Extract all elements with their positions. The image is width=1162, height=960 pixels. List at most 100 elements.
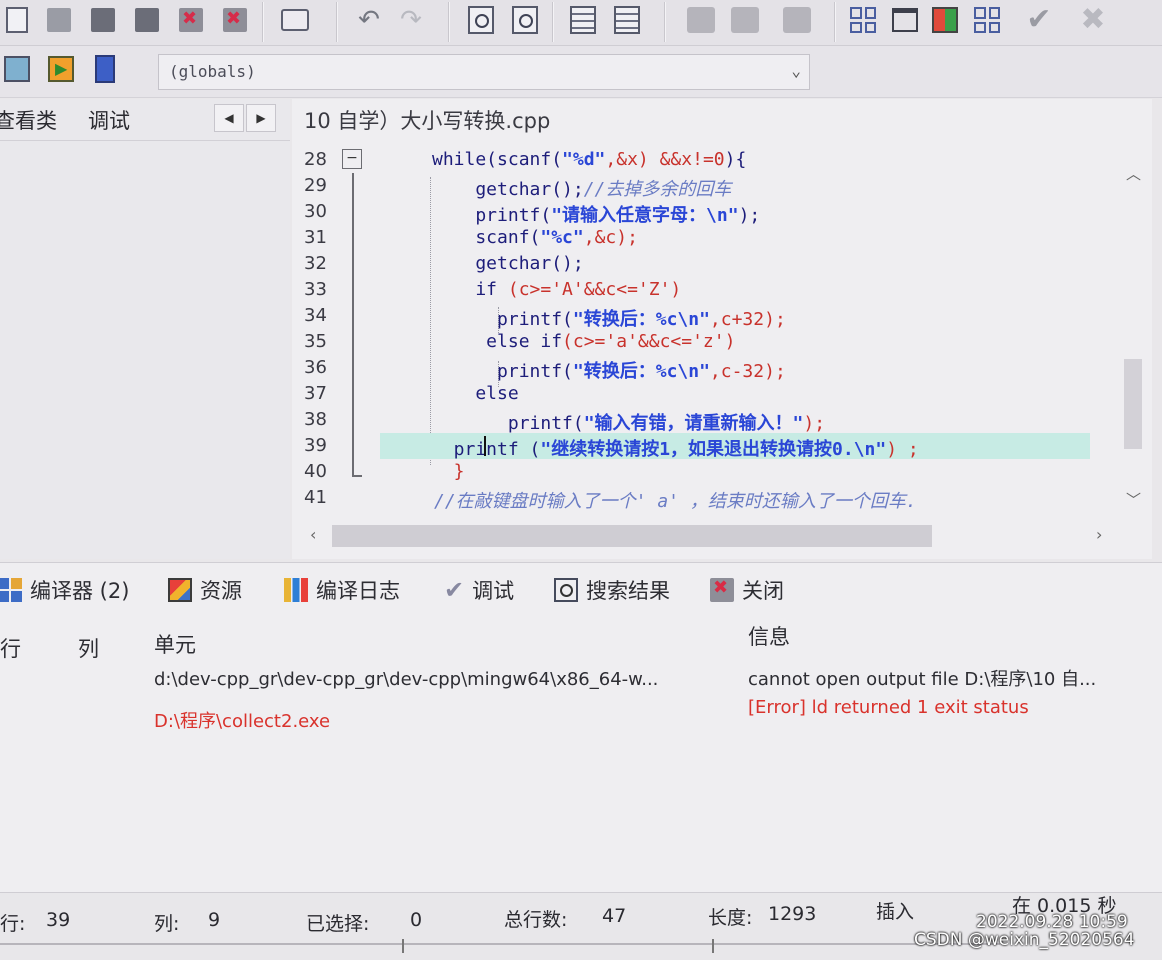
code-token: "继续转换请按1，如果退出转换请按0.\n" bbox=[540, 439, 887, 460]
class-view-button[interactable] bbox=[846, 3, 880, 37]
find-button[interactable] bbox=[464, 3, 498, 37]
scope-select-value: (globals) bbox=[169, 62, 256, 81]
tab-compile-log[interactable]: 编译日志 bbox=[284, 575, 400, 605]
check-icon: ✔ bbox=[1026, 2, 1052, 37]
horizontal-scroll-thumb[interactable] bbox=[332, 525, 932, 547]
open-file-button[interactable] bbox=[42, 3, 76, 37]
indent-button[interactable] bbox=[566, 3, 600, 37]
tab-debug-output[interactable]: ✔ 调试 bbox=[444, 575, 514, 605]
column-header-unit[interactable]: 单元 bbox=[154, 629, 196, 659]
scope-select[interactable]: (globals) ⌄ bbox=[158, 54, 810, 90]
tab-compiler-label: 编译器 (2) bbox=[30, 579, 130, 603]
save-all-button[interactable] bbox=[130, 3, 164, 37]
code-line[interactable]: 40 } bbox=[292, 459, 1122, 485]
code-editor: 10 自学）大小写转换.cpp − 28 while(scanf("%d",&x)… bbox=[292, 99, 1152, 559]
run-icon bbox=[731, 7, 759, 33]
column-header-info[interactable]: 信息 bbox=[748, 621, 790, 651]
code-line[interactable]: 31 scanf("%c",&c); bbox=[292, 225, 1122, 251]
tab-close[interactable]: 关闭 bbox=[710, 575, 784, 605]
save-button[interactable] bbox=[86, 3, 120, 37]
editor-tab-file[interactable]: 10 自学）大小写转换.cpp bbox=[304, 105, 550, 135]
column-header-row[interactable]: 行 bbox=[0, 633, 21, 663]
add-to-project-button[interactable] bbox=[44, 52, 78, 86]
tab-search-results[interactable]: 搜索结果 bbox=[554, 575, 670, 605]
code-line[interactable]: 32 getchar(); bbox=[292, 251, 1122, 277]
message-info[interactable]: [Error] ld returned 1 exit status bbox=[748, 697, 1029, 718]
code-text: else bbox=[432, 383, 519, 404]
theme-icon bbox=[932, 7, 958, 33]
tab-resources[interactable]: 资源 bbox=[168, 575, 242, 605]
code-line[interactable]: 36 printf("转换后：%c\n",c-32); bbox=[292, 355, 1122, 382]
code-token: ); bbox=[738, 205, 761, 226]
message-unit[interactable]: D:\程序\collect2.exe bbox=[154, 707, 330, 733]
code-line[interactable]: 33 if (c>='A'&&c<='Z') bbox=[292, 277, 1122, 303]
code-text: scanf("%c",&c); bbox=[432, 227, 638, 248]
tab-prev-button[interactable]: ◀ bbox=[214, 104, 244, 132]
code-token: "转换后：%c\n" bbox=[572, 361, 710, 382]
debug-button[interactable] bbox=[780, 3, 814, 37]
message-unit[interactable]: d:\dev-cpp_gr\dev-cpp_gr\dev-cpp\mingw64… bbox=[154, 669, 658, 690]
line-number: 40 bbox=[304, 461, 327, 482]
code-area[interactable]: − 28 while(scanf("%d",&x) &&x!=0){29 getc… bbox=[292, 143, 1122, 531]
status-tick bbox=[402, 939, 404, 953]
code-token: &&x!=0 bbox=[659, 149, 725, 170]
window-button[interactable] bbox=[888, 3, 922, 37]
close-file-button[interactable] bbox=[174, 3, 208, 37]
code-line[interactable]: 35 else if(c>='a'&&c<='z') bbox=[292, 329, 1122, 355]
print-button[interactable] bbox=[278, 3, 312, 37]
theme-button[interactable] bbox=[928, 3, 962, 37]
column-header-col[interactable]: 列 bbox=[78, 633, 99, 663]
tile-button[interactable] bbox=[970, 3, 1004, 37]
message-info[interactable]: cannot open output file D:\程序\10 自... bbox=[748, 665, 1096, 691]
tab-compiler[interactable]: 编译器 (2) bbox=[0, 575, 129, 605]
code-token: printf ( bbox=[432, 439, 541, 460]
new-file-button[interactable] bbox=[0, 3, 34, 37]
line-number: 39 bbox=[304, 435, 327, 456]
code-line[interactable]: 28 while(scanf("%d",&x) &&x!=0){ bbox=[292, 147, 1122, 173]
tab-class-view[interactable]: 查看类 bbox=[0, 105, 57, 135]
vertical-scrollbar[interactable]: ︿ ﹀ bbox=[1122, 159, 1144, 519]
project-options-button[interactable] bbox=[0, 52, 34, 86]
horizontal-scrollbar[interactable]: ‹ › bbox=[308, 525, 1108, 549]
tab-next-button[interactable]: ▶ bbox=[246, 104, 276, 132]
compile-button[interactable] bbox=[684, 3, 718, 37]
code-token: //去掉多余的回车 bbox=[583, 179, 732, 200]
code-token: while(scanf( bbox=[432, 149, 563, 170]
code-line[interactable]: 37 else bbox=[292, 381, 1122, 407]
close-all-icon bbox=[223, 8, 247, 32]
accept-button[interactable]: ✔ bbox=[1022, 3, 1056, 37]
code-line[interactable]: 41 //在敲键盘时输入了一个' a' ，结束时还输入了一个回车. bbox=[292, 485, 1122, 513]
status-selected-value: 0 bbox=[410, 909, 423, 931]
code-line[interactable]: 38 printf("输入有错，请重新输入！"); bbox=[292, 407, 1122, 435]
replace-button[interactable] bbox=[508, 3, 542, 37]
code-token: ) ; bbox=[886, 439, 919, 460]
new-file-icon bbox=[6, 7, 28, 33]
status-col-value: 9 bbox=[208, 909, 221, 931]
add-to-project-icon bbox=[48, 56, 74, 82]
close-all-button[interactable] bbox=[218, 3, 252, 37]
cancel-button[interactable]: ✖ bbox=[1076, 3, 1110, 37]
run-button[interactable] bbox=[728, 3, 762, 37]
goto-line-button[interactable] bbox=[610, 3, 644, 37]
print-icon bbox=[281, 9, 309, 31]
code-line[interactable]: 30 printf("请输入任意字母：\n"); bbox=[292, 199, 1122, 226]
code-text: //在敲键盘时输入了一个' a' ，结束时还输入了一个回车. bbox=[434, 487, 917, 513]
code-line[interactable]: 34 printf("转换后：%c\n",c+32); bbox=[292, 303, 1122, 330]
scroll-right-icon[interactable]: › bbox=[1096, 525, 1102, 544]
code-line[interactable]: 29 getchar();//去掉多余的回车 bbox=[292, 173, 1122, 200]
code-line[interactable]: 39 printf ("继续转换请按1，如果退出转换请按0.\n") ; bbox=[292, 433, 1122, 460]
status-col-label: 列: bbox=[154, 913, 180, 935]
redo-button[interactable]: ↷ bbox=[394, 3, 428, 37]
code-text: printf("输入有错，请重新输入！"); bbox=[432, 409, 825, 435]
vertical-scroll-thumb[interactable] bbox=[1124, 359, 1142, 449]
scroll-down-icon[interactable]: ﹀ bbox=[1126, 489, 1141, 510]
code-token: "%d" bbox=[562, 149, 606, 170]
code-token: "输入有错，请重新输入！" bbox=[583, 413, 804, 434]
scroll-up-icon[interactable]: ︿ bbox=[1126, 163, 1141, 184]
bookmark-button[interactable] bbox=[88, 52, 122, 86]
code-token: else bbox=[432, 383, 519, 404]
code-token: ,&c); bbox=[583, 227, 638, 248]
tab-debug[interactable]: 调试 bbox=[88, 105, 130, 135]
scroll-left-icon[interactable]: ‹ bbox=[310, 525, 316, 544]
undo-button[interactable]: ↶ bbox=[352, 3, 386, 37]
